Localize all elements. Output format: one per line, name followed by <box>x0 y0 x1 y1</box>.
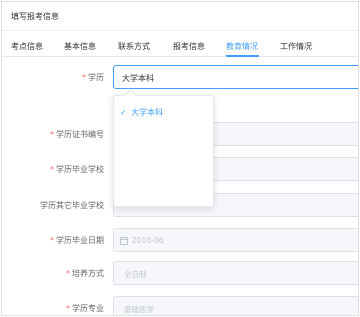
field-label: 学历其它毕业学校 <box>40 201 104 210</box>
study-mode-select[interactable]: 全日制 <box>113 261 358 285</box>
dialog-header: 填写报考信息 <box>2 2 358 31</box>
graduation-date-picker[interactable]: 2010-06 <box>113 228 358 252</box>
active-tab-indicator <box>226 55 259 57</box>
form-row-graduation-date: * 学历毕业日期 2010-06 <box>2 228 358 252</box>
tab-contact[interactable]: 联系方式 <box>118 41 150 52</box>
tab-application-info[interactable]: 报考信息 <box>173 41 205 52</box>
field-label: * 学历证书编号 <box>50 130 104 139</box>
field-label: * 学历毕业日期 <box>50 236 104 245</box>
dropdown-option[interactable]: ✓ 大学本科 <box>114 102 213 122</box>
dialog-title: 填写报考信息 <box>11 11 59 21</box>
tab-exam-site[interactable]: 考点信息 <box>11 41 43 52</box>
calendar-icon <box>120 237 128 245</box>
education-level-value: 大学本科 <box>122 74 154 83</box>
form-dialog: 填写报考信息 考点信息 基本信息 联系方式 报考信息 教育情况 工作情况 * 学历… <box>1 1 359 316</box>
form-row-major: * 学历专业 基础医学 <box>2 296 358 315</box>
field-label: * 学历毕业学校 <box>50 165 104 174</box>
tab-education[interactable]: 教育情况 <box>226 41 258 52</box>
field-label: * 学历专业 <box>66 304 104 313</box>
major-input[interactable]: 基础医学 <box>113 296 358 315</box>
study-mode-placeholder: 全日制 <box>124 270 147 279</box>
field-label: * 培养方式 <box>66 269 104 278</box>
form-row-education-level: * 学历 大学本科 <box>2 65 358 89</box>
tab-bar: 考点信息 基本信息 联系方式 报考信息 教育情况 工作情况 <box>2 35 358 57</box>
tab-work[interactable]: 工作情况 <box>280 41 312 52</box>
field-label: * 学历 <box>82 73 104 82</box>
check-icon: ✓ <box>120 107 127 117</box>
dropdown-option-label: 大学本科 <box>131 107 163 117</box>
education-level-dropdown: ✓ 大学本科 <box>113 95 214 207</box>
major-placeholder: 基础医学 <box>124 305 154 314</box>
education-level-select[interactable]: 大学本科 <box>113 65 358 89</box>
tab-basic-info[interactable]: 基本信息 <box>64 41 96 52</box>
graduation-date-placeholder: 2010-06 <box>132 236 164 245</box>
form-row-study-mode: * 培养方式 全日制 <box>2 261 358 285</box>
